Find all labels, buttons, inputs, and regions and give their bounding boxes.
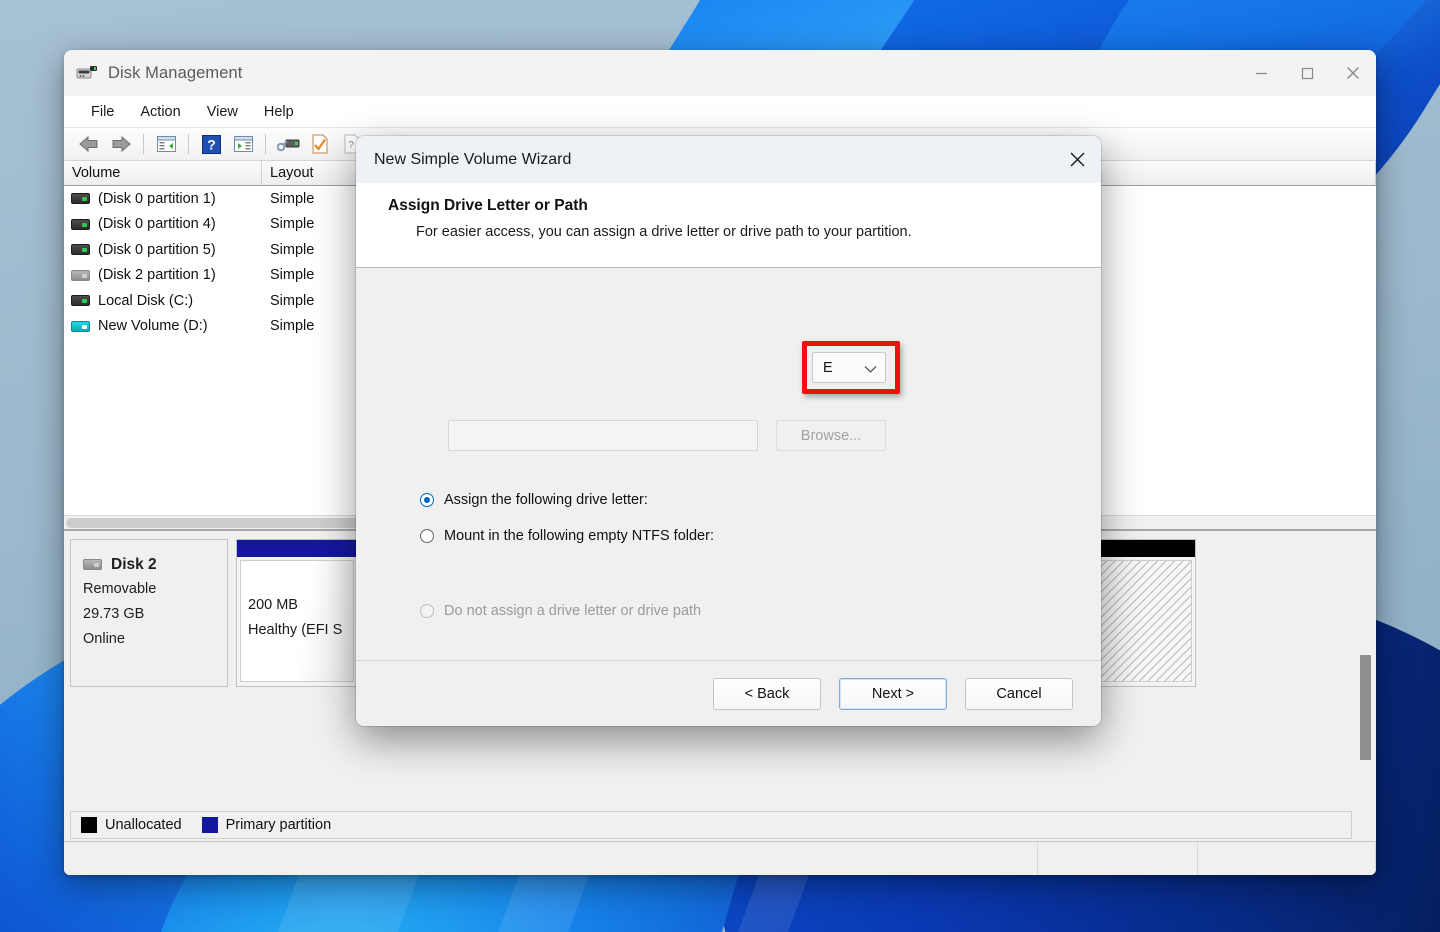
radio-assign-drive-letter[interactable]: Assign the following drive letter: (420, 492, 648, 508)
radio-button-icon[interactable] (420, 529, 434, 543)
svg-text:?: ? (348, 140, 354, 151)
disk-capacity: 29.73 GB (83, 606, 145, 622)
partition-color-bar (237, 540, 357, 557)
browse-button[interactable]: Browse... (776, 420, 886, 451)
drive-icon (71, 295, 90, 307)
legend-item-primary-partition: Primary partition (201, 817, 332, 833)
dialog-footer: < Back Next > Cancel (356, 660, 1101, 726)
disk-partitions: 200 MB Healthy (EFI S (236, 539, 358, 687)
maximize-button[interactable] (1284, 50, 1330, 96)
dialog-header: Assign Drive Letter or Path For easier a… (356, 183, 1101, 268)
menu-view[interactable]: View (196, 100, 249, 124)
volume-name-cell: (Disk 0 partition 4) (64, 216, 262, 232)
radio-label: Mount in the following empty NTFS folder… (444, 528, 714, 544)
disk-title: Disk 2 (83, 552, 215, 577)
svg-text:?: ? (207, 136, 216, 152)
partition-color-bar (1085, 540, 1195, 557)
statusbar (64, 841, 1376, 875)
volume-name: (Disk 2 partition 1) (98, 267, 216, 284)
volume-name-cell: (Disk 0 partition 5) (64, 242, 262, 258)
drive-icon (71, 193, 90, 205)
volume-name-cell: (Disk 2 partition 1) (64, 267, 262, 283)
drive-letter-dropdown[interactable]: E (812, 352, 886, 383)
volume-name: Local Disk (C:) (98, 292, 194, 309)
legend-label: Unallocated (105, 817, 182, 833)
back-arrow-icon[interactable] (74, 131, 104, 158)
disk-row: Disk 2 Removable 29.73 GB Online 200 MB … (70, 539, 358, 687)
partition-details: 200 MB Healthy (EFI S (240, 560, 354, 682)
volume-name-cell: (Disk 0 partition 1) (64, 191, 262, 207)
drive-letter-value: E (823, 359, 833, 376)
scrollbar-thumb[interactable] (1360, 655, 1371, 760)
show-hide-console-tree-icon[interactable] (151, 131, 181, 158)
toolbar-separator (143, 134, 144, 154)
radio-label: Assign the following drive letter: (444, 492, 648, 508)
disk-status: Online (83, 631, 125, 647)
radio-button-icon (420, 604, 434, 618)
disk-name: Disk 2 (111, 556, 157, 573)
menu-action[interactable]: Action (129, 100, 191, 124)
toolbar-separator (188, 134, 189, 154)
radio-label: Do not assign a drive letter or drive pa… (444, 603, 702, 619)
page-subtitle: For easier access, you can assign a driv… (416, 224, 912, 240)
radio-mount-in-ntfs-folder[interactable]: Mount in the following empty NTFS folder… (420, 528, 714, 544)
partition-status: Healthy (EFI S (248, 622, 343, 638)
drive-icon (71, 244, 90, 256)
menu-help[interactable]: Help (253, 100, 305, 124)
partition-size: 200 MB (248, 597, 298, 613)
dialog-titlebar[interactable]: New Simple Volume Wizard (356, 136, 1101, 183)
disk-type: Removable (83, 581, 157, 597)
drive-icon (71, 218, 90, 230)
legend-label: Primary partition (225, 817, 332, 833)
disk-icon (83, 559, 102, 570)
show-hide-action-pane-icon[interactable] (228, 131, 258, 158)
dialog-body: Assign the following drive letter: Mount… (356, 268, 1101, 660)
radio-button-icon[interactable] (420, 493, 434, 507)
volume-name-cell: Local Disk (C:) (64, 293, 262, 309)
cancel-button[interactable]: Cancel (965, 677, 1073, 710)
volume-name: (Disk 0 partition 4) (98, 216, 216, 233)
page-title: Assign Drive Letter or Path (388, 197, 588, 214)
mount-path-input[interactable] (448, 420, 758, 451)
toolbar-separator (265, 134, 266, 154)
dialog-title: New Simple Volume Wizard (374, 150, 572, 168)
close-icon (1070, 152, 1084, 167)
back-button[interactable]: < Back (713, 677, 821, 710)
statusbar-cell-2 (1038, 842, 1198, 875)
legend-item-unallocated: Unallocated (81, 817, 182, 833)
drive-icon-gray (71, 269, 90, 281)
disk-info-block[interactable]: Disk 2 Removable 29.73 GB Online (70, 539, 228, 687)
legend: Unallocated Primary partition (70, 811, 1352, 839)
legend-swatch-primary (201, 817, 218, 833)
statusbar-cell-3 (1198, 842, 1376, 875)
volume-name-cell: New Volume (D:) (64, 318, 262, 334)
volume-name: (Disk 0 partition 5) (98, 241, 216, 258)
window-titlebar[interactable]: Disk Management (64, 50, 1376, 96)
forward-arrow-icon[interactable] (106, 131, 136, 158)
partition-block[interactable]: 200 MB Healthy (EFI S (236, 539, 358, 687)
close-button[interactable] (1330, 50, 1376, 96)
chevron-down-icon (864, 362, 877, 378)
disk-drive-icon (76, 64, 98, 82)
menubar: File Action View Help (64, 96, 1376, 128)
legend-swatch-unallocated (81, 817, 97, 833)
next-button[interactable]: Next > (839, 677, 947, 710)
volume-name: (Disk 0 partition 1) (98, 190, 216, 207)
volume-name: New Volume (D:) (98, 318, 208, 335)
radio-do-not-assign: Do not assign a drive letter or drive pa… (420, 603, 701, 619)
column-header-volume[interactable]: Volume (64, 161, 262, 185)
minimize-button[interactable] (1238, 50, 1284, 96)
menu-file[interactable]: File (80, 100, 125, 124)
drive-icon-cyan (71, 320, 90, 332)
statusbar-cell-main (64, 842, 1038, 875)
window-title: Disk Management (108, 63, 243, 82)
properties-icon[interactable] (305, 131, 335, 158)
disk-pane-vertical-scrollbar[interactable] (1358, 537, 1372, 807)
rescan-disks-icon[interactable] (273, 131, 303, 158)
dialog-close-button[interactable] (1053, 136, 1101, 183)
partition-details (1088, 560, 1192, 682)
help-icon[interactable]: ? (196, 131, 226, 158)
